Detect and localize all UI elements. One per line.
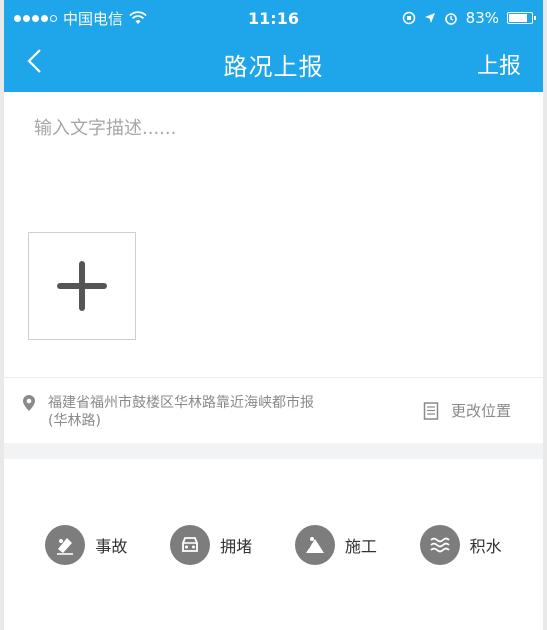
signal-strength-icon <box>14 14 57 22</box>
category-construction-label: 施工 <box>344 536 377 556</box>
battery-percent: 83% <box>465 9 499 27</box>
change-location-label: 更改位置 <box>450 402 511 420</box>
category-construction[interactable]: 施工 <box>294 524 377 565</box>
location-pin-icon <box>23 394 35 411</box>
category-accident[interactable]: 事故 <box>45 524 128 565</box>
category-congestion-label: 拥堵 <box>220 536 253 556</box>
plus-icon <box>57 261 107 311</box>
status-time: 11:16 <box>248 8 299 28</box>
app-frame: 中国电信 11:16 83% 路况上报 上报 输入文字描述...... 福建省福… <box>0 0 547 630</box>
category-flooding-label: 积水 <box>469 536 502 556</box>
wifi-icon <box>129 11 147 24</box>
orientation-lock-icon <box>402 11 415 25</box>
category-accident-label: 事故 <box>95 536 128 556</box>
flooding-icon <box>429 537 450 552</box>
alarm-icon <box>444 13 457 25</box>
description-input[interactable] <box>34 114 513 214</box>
category-panel: 事故 拥堵 施工 积水 <box>4 459 543 630</box>
construction-icon <box>305 536 324 553</box>
add-photo-button[interactable] <box>28 232 136 340</box>
carrier-name: 中国电信 <box>63 9 124 28</box>
battery-icon <box>507 12 536 24</box>
page-title: 路况上报 <box>223 52 324 81</box>
back-button[interactable] <box>26 47 86 82</box>
status-bar: 中国电信 11:16 83% <box>4 0 543 36</box>
location-arrow-icon <box>424 13 435 23</box>
accident-icon <box>57 537 74 555</box>
congestion-icon <box>182 536 199 552</box>
chevron-left-icon <box>27 48 41 73</box>
submit-report-button[interactable]: 上报 <box>461 48 521 80</box>
category-flooding[interactable]: 积水 <box>419 524 502 565</box>
current-address: 福建省福州市鼓楼区华林路靠近海峡都市报(华林路) <box>48 394 314 429</box>
document-icon <box>423 401 439 420</box>
change-location-button[interactable]: 更改位置 <box>423 400 525 421</box>
location-row: 福建省福州市鼓楼区华林路靠近海峡都市报(华林路) 更改位置 <box>4 377 543 443</box>
category-congestion[interactable]: 拥堵 <box>170 524 253 565</box>
nav-bar: 路况上报 上报 <box>4 36 543 92</box>
report-input-panel <box>4 92 543 377</box>
